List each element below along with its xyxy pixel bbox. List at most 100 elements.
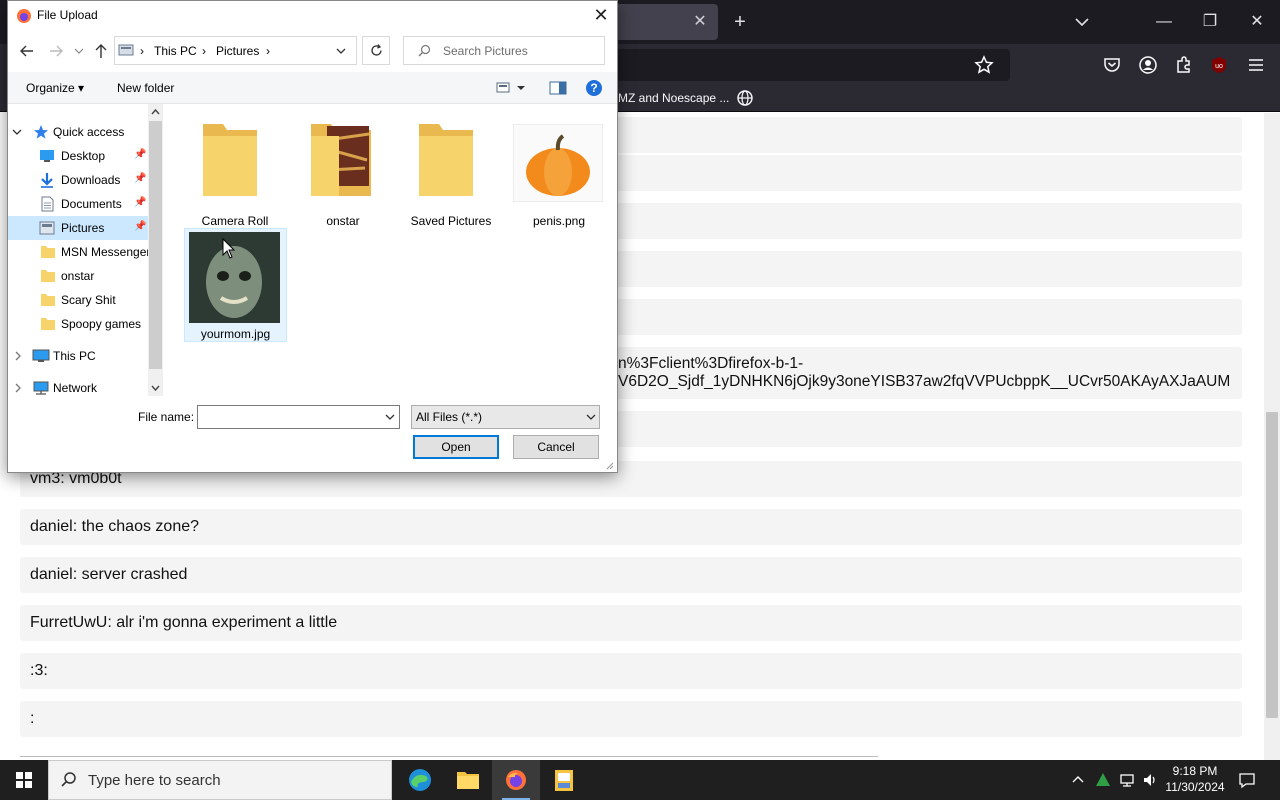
file-item-label: yourmom.jpg xyxy=(200,327,271,341)
firefox-icon xyxy=(17,9,31,23)
search-icon xyxy=(418,44,431,57)
nav-item-downloads[interactable]: Downloads 📌 xyxy=(8,168,148,192)
bookmark-item[interactable]: MZ and Noescape ... xyxy=(618,91,729,105)
chat-message: daniel: the chaos zone? xyxy=(20,509,1242,545)
new-folder-button[interactable]: New folder xyxy=(117,81,174,95)
firefox-icon xyxy=(506,770,526,790)
file-item-saved-pictures[interactable]: Saved Pictures xyxy=(403,118,499,234)
organize-button[interactable]: Organize ▾ xyxy=(26,81,84,95)
new-tab-button[interactable]: + xyxy=(730,11,750,33)
nav-item-pictures[interactable]: Pictures 📌 xyxy=(8,216,148,240)
nav-scrollbar-thumb[interactable] xyxy=(149,121,162,369)
back-arrow-icon[interactable] xyxy=(17,41,37,61)
search-placeholder: Search Pictures xyxy=(443,44,528,58)
nav-item-scary-shit[interactable]: Scary Shit xyxy=(8,288,148,312)
file-item-onstar[interactable]: onstar xyxy=(295,118,391,234)
nav-item-label: This PC xyxy=(53,349,96,363)
tray-expand-chevron-icon[interactable] xyxy=(1070,772,1086,788)
chevron-right-icon[interactable] xyxy=(13,351,23,361)
chevron-down-icon[interactable] xyxy=(12,127,22,137)
chat-message: :3: xyxy=(20,653,1242,689)
volume-icon[interactable] xyxy=(1141,771,1159,789)
file-item-camera-roll[interactable]: Camera Roll xyxy=(187,118,283,234)
forward-arrow-icon[interactable] xyxy=(46,41,66,61)
notepad-app-icon[interactable] xyxy=(540,760,588,800)
mouse-cursor-icon xyxy=(222,238,236,259)
filter-chevron-down-icon[interactable] xyxy=(584,410,598,424)
nav-item-label: Spoopy games xyxy=(61,317,142,331)
help-icon[interactable]: ? xyxy=(585,79,603,97)
documents-icon xyxy=(41,196,54,212)
tab-close-icon[interactable]: ✕ xyxy=(690,12,710,32)
address-history-chevron-icon[interactable] xyxy=(334,44,348,58)
edge-icon[interactable] xyxy=(396,760,444,800)
resize-grip-icon[interactable] xyxy=(604,460,614,470)
file-explorer-icon[interactable] xyxy=(444,760,492,800)
up-arrow-icon[interactable] xyxy=(91,41,111,61)
nav-item-network[interactable]: Network xyxy=(8,376,148,400)
nav-item-desktop[interactable]: Desktop 📌 xyxy=(8,144,148,168)
file-item-penis-png[interactable]: penis.png xyxy=(511,118,607,234)
scroll-down-arrow-icon[interactable] xyxy=(150,383,161,393)
scroll-up-arrow-icon[interactable] xyxy=(150,107,161,117)
nav-item-spoopy-games[interactable]: Spoopy games xyxy=(8,312,148,336)
pocket-icon[interactable] xyxy=(1101,54,1123,76)
cancel-button[interactable]: Cancel xyxy=(513,435,599,459)
url-bar[interactable] xyxy=(610,49,1010,81)
clock-time: 9:18 PM xyxy=(1172,764,1218,778)
nav-item-this-pc[interactable]: This PC xyxy=(8,344,148,368)
file-item-label: Saved Pictures xyxy=(410,214,492,228)
extensions-icon[interactable] xyxy=(1173,54,1195,76)
file-item-label: penis.png xyxy=(532,214,586,228)
ublock-icon[interactable]: uo xyxy=(1208,54,1230,76)
nav-item-documents[interactable]: Documents 📌 xyxy=(8,192,148,216)
recent-locations-chevron-icon[interactable] xyxy=(72,41,86,61)
windows-start-icon[interactable] xyxy=(0,760,48,800)
open-button[interactable]: Open xyxy=(413,435,499,459)
file-type-filter-value: All Files (*.*) xyxy=(416,410,483,424)
nav-item-msn-messenger[interactable]: MSN Messenger xyxy=(8,240,150,264)
nav-item-label: Desktop xyxy=(61,149,106,163)
pin-icon: 📌 xyxy=(134,221,147,232)
nav-item-label: Downloads xyxy=(61,173,121,187)
page-scrollbar-thumb[interactable] xyxy=(1266,412,1278,718)
restore-button[interactable]: ❐ xyxy=(1198,10,1222,34)
tab-list-chevron-icon[interactable] xyxy=(1072,12,1092,32)
preview-pane-icon[interactable] xyxy=(549,80,567,96)
change-view-icon[interactable] xyxy=(496,80,528,96)
refresh-button[interactable] xyxy=(362,36,390,65)
file-name-dropdown-chevron-icon[interactable] xyxy=(383,410,397,424)
taskbar-clock[interactable]: 9:18 PM 11/30/2024 xyxy=(1160,763,1230,795)
breadcrumb-this-pc[interactable]: This PC xyxy=(154,44,197,58)
search-icon xyxy=(61,772,76,787)
person-tray-icon[interactable] xyxy=(1094,771,1112,789)
nav-item-onstar[interactable]: onstar xyxy=(8,264,148,288)
firefox-taskbar-button[interactable] xyxy=(492,760,540,800)
nav-item-label: Quick access xyxy=(53,125,125,139)
folder-search-input[interactable]: Search Pictures xyxy=(403,36,605,65)
bookmark-star-icon[interactable] xyxy=(973,54,995,76)
computer-icon xyxy=(32,349,50,362)
file-name-label: File name: xyxy=(138,410,195,424)
nav-item-quick-access[interactable]: Quick access xyxy=(8,120,148,144)
dialog-title: File Upload xyxy=(37,8,98,22)
chevron-right-icon[interactable] xyxy=(13,383,23,393)
nav-item-label: Network xyxy=(53,381,98,395)
notifications-icon[interactable] xyxy=(1238,771,1256,789)
file-name-input[interactable] xyxy=(197,405,400,429)
close-window-button[interactable]: ✕ xyxy=(1245,10,1269,34)
refresh-icon xyxy=(371,44,382,56)
minimize-button[interactable]: — xyxy=(1152,10,1176,34)
pumpkin-thumbnail xyxy=(513,124,603,202)
pictures-icon xyxy=(39,221,55,235)
network-icon[interactable] xyxy=(1118,771,1136,789)
folder-icon xyxy=(203,124,257,196)
globe-icon[interactable] xyxy=(736,89,754,107)
breadcrumb-pictures[interactable]: Pictures xyxy=(216,44,259,58)
account-icon[interactable] xyxy=(1137,54,1159,76)
svg-text:?: ? xyxy=(590,81,597,95)
dialog-close-button[interactable]: ✕ xyxy=(588,4,614,26)
file-item-label: onstar xyxy=(326,214,360,228)
menu-hamburger-icon[interactable] xyxy=(1245,54,1267,76)
pin-icon: 📌 xyxy=(134,173,147,184)
